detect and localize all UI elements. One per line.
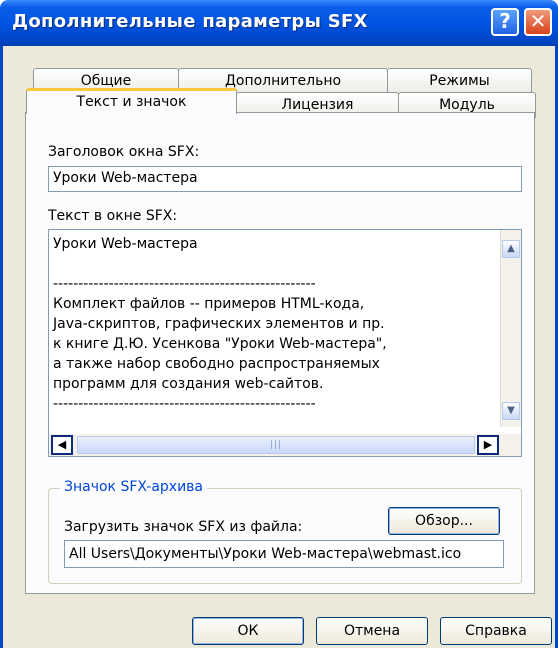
icon-path-input[interactable]: All Users\Документы\Уроки Web-мастера\we… xyxy=(64,540,504,568)
up-arrow-icon[interactable]: ▲ xyxy=(502,240,520,258)
down-arrow-icon[interactable]: ▼ xyxy=(502,402,520,420)
sfx-icon-group xyxy=(48,488,522,584)
window-text-content: Уроки Web-мастера ----------------------… xyxy=(53,236,387,412)
help-button[interactable]: ? xyxy=(491,8,519,36)
load-icon-label: Загрузить значок SFX из файла: xyxy=(64,519,303,535)
sfx-icon-group-legend: Значок SFX-архива xyxy=(60,479,208,495)
help-icon: ? xyxy=(499,9,511,33)
tab-modes[interactable]: Режимы xyxy=(387,68,532,94)
window-text-label: Текст в окне SFX: xyxy=(48,208,178,224)
window-text-area[interactable]: Уроки Web-мастера ----------------------… xyxy=(48,229,522,457)
sfx-options-dialog: Дополнительные параметры SFX ? ✕ Общие Д… xyxy=(0,0,558,648)
title-bar[interactable]: Дополнительные параметры SFX ? ✕ xyxy=(0,0,558,46)
help-dialog-button[interactable]: Справка xyxy=(440,617,552,645)
cancel-button[interactable]: Отмена xyxy=(316,617,428,645)
close-button[interactable]: ✕ xyxy=(524,8,552,36)
window-title-label: Заголовок окна SFX: xyxy=(48,144,200,160)
right-arrow-icon[interactable]: ▶ xyxy=(477,435,499,455)
vertical-scrollbar[interactable]: ▲ ▼ xyxy=(500,230,521,427)
window-title-input[interactable]: Уроки Web-мастера xyxy=(48,166,522,192)
browse-button[interactable]: Обзор... xyxy=(388,507,500,535)
ok-button[interactable]: ОК xyxy=(192,617,304,645)
horizontal-scroll-thumb[interactable]: ||| xyxy=(77,436,475,454)
left-arrow-icon[interactable]: ◀ xyxy=(51,435,73,455)
close-icon: ✕ xyxy=(529,9,547,33)
tab-text-and-icon[interactable]: Текст и значок xyxy=(26,88,237,114)
horizontal-scrollbar[interactable]: ◀ ||| ▶ xyxy=(49,434,521,456)
window-title: Дополнительные параметры SFX xyxy=(12,11,368,32)
